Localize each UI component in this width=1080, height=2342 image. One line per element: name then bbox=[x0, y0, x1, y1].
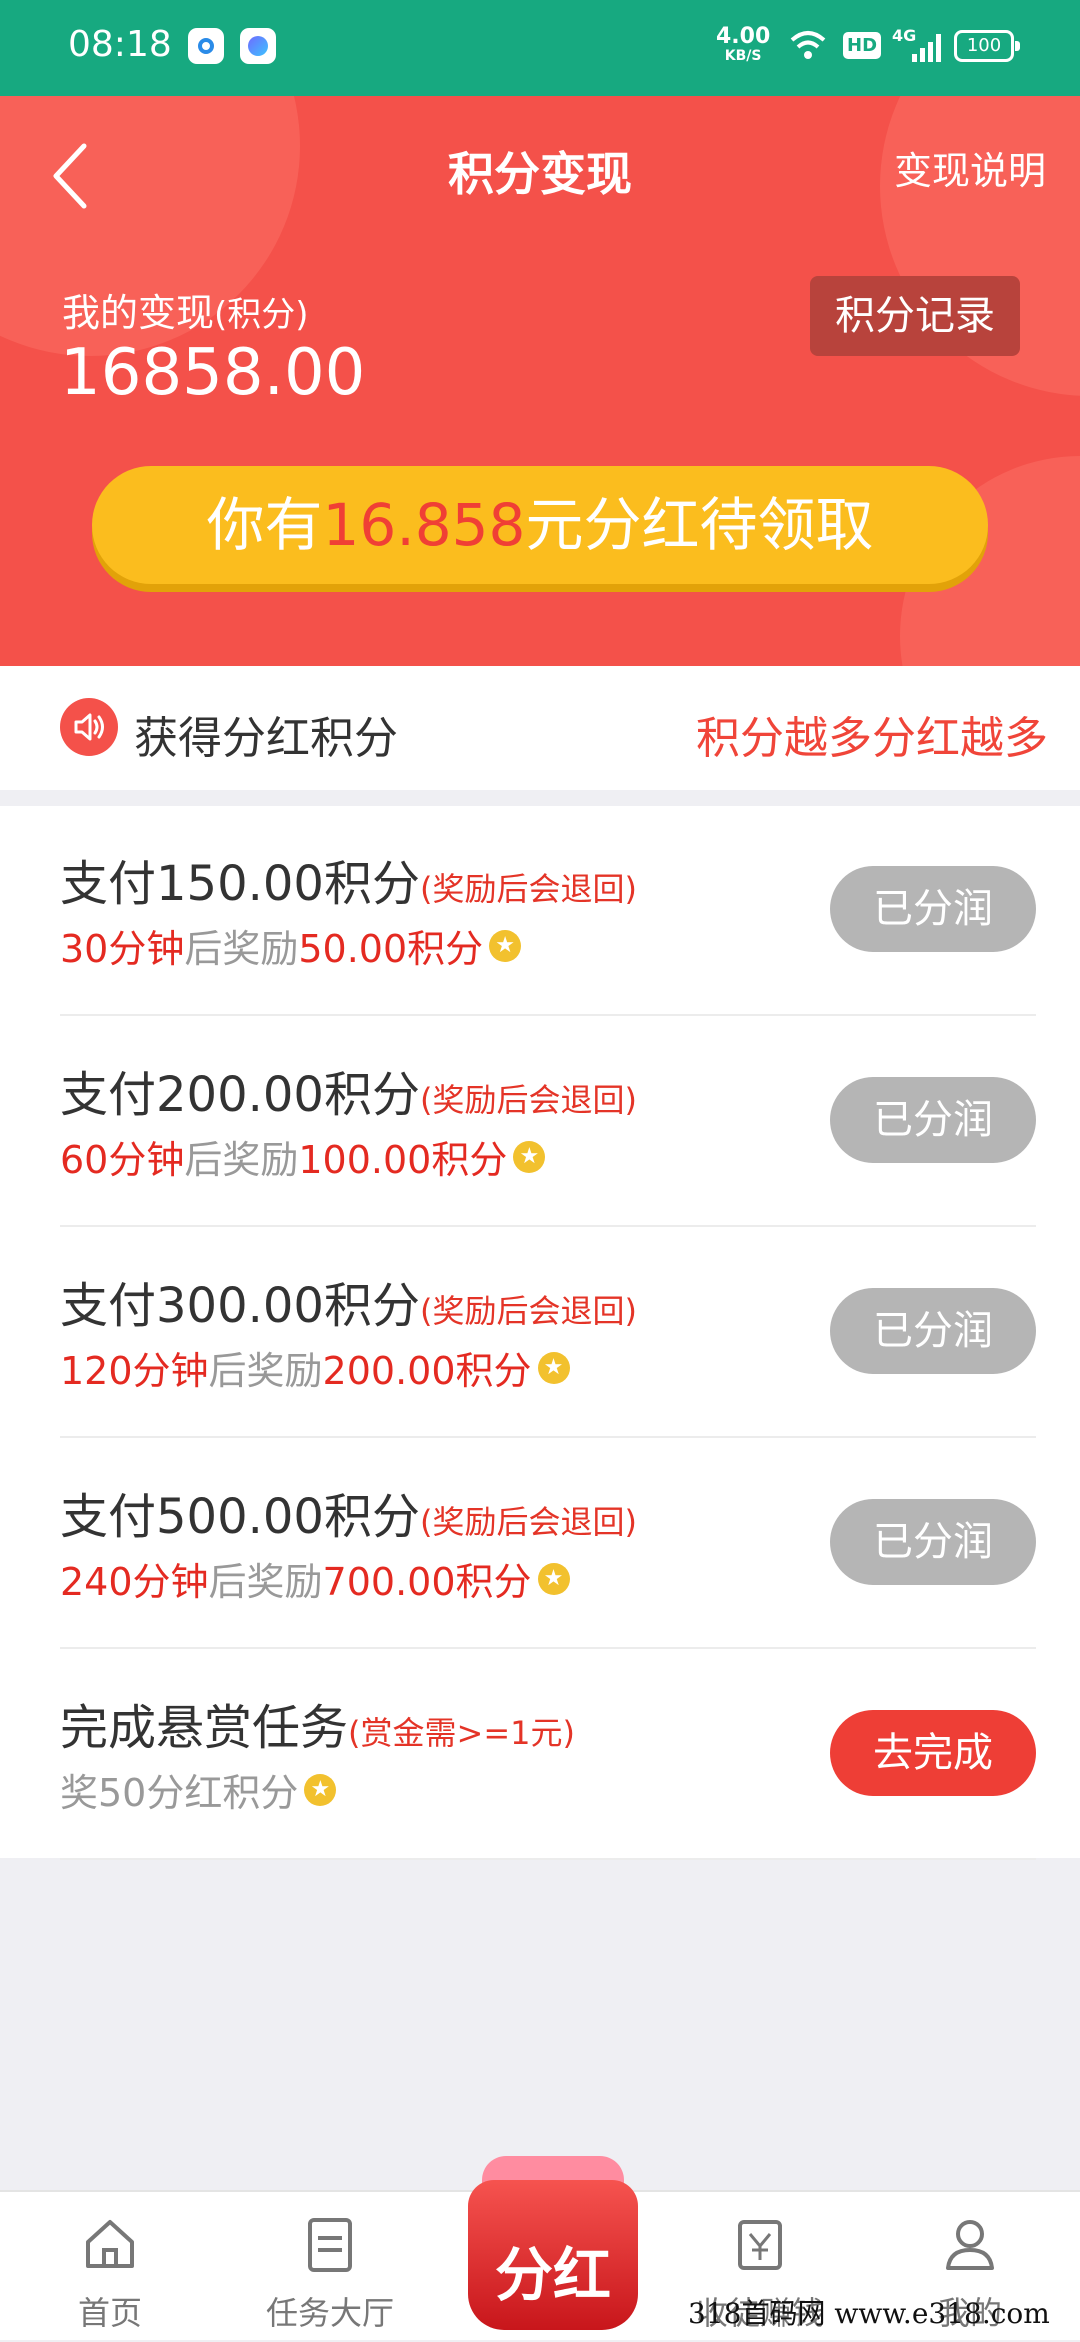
claim-bonus-button[interactable]: 你有16.858元分红待领取 bbox=[92, 466, 988, 584]
task-title: 支付200.00积分(奖励后会退回) bbox=[60, 1055, 637, 1125]
task-status-button[interactable]: 已分润 bbox=[830, 1288, 1036, 1374]
task-title: 支付150.00积分(奖励后会退回) bbox=[60, 844, 637, 914]
task-status-button[interactable]: 已分润 bbox=[830, 1077, 1036, 1163]
task-title-text: 支付200.00积分 bbox=[60, 1067, 420, 1123]
money-bag-icon bbox=[728, 2212, 792, 2276]
battery-icon: 100 bbox=[954, 30, 1020, 62]
my-redeem-label: 我的变现(积分) bbox=[62, 282, 309, 337]
bonus-prefix: 你有 bbox=[206, 491, 323, 559]
my-redeem-label-text: 我的变现 bbox=[62, 291, 215, 335]
task-list-icon bbox=[298, 2212, 362, 2276]
signal-icon bbox=[912, 34, 941, 62]
task-note: (赏金需>=1元) bbox=[348, 1714, 575, 1752]
list-item: 完成悬赏任务(赏金需>=1元) 奖50分红积分 ★ 去完成 bbox=[60, 1650, 1036, 1860]
task-mid: 后奖励 bbox=[208, 1560, 323, 1604]
task-title-text: 支付150.00积分 bbox=[60, 856, 420, 912]
task-title: 完成悬赏任务(赏金需>=1元) bbox=[60, 1688, 575, 1758]
tab-dividend-label: 分红 bbox=[494, 2241, 611, 2309]
task-note: (奖励后会退回) bbox=[419, 870, 637, 908]
task-time: 30分钟 bbox=[60, 927, 185, 971]
task-time: 120分钟 bbox=[60, 1349, 209, 1393]
task-status-button[interactable]: 已分润 bbox=[830, 1499, 1036, 1585]
network-speed: 4.00 KB/S bbox=[716, 24, 771, 65]
task-title-text: 支付500.00积分 bbox=[60, 1489, 420, 1545]
task-reward-amount: 200.00积分 bbox=[322, 1349, 532, 1393]
bonus-amount: 16.858 bbox=[322, 491, 526, 559]
tab-home[interactable]: 首页 bbox=[30, 2192, 190, 2342]
notice-label: 获得分红积分 bbox=[134, 713, 398, 764]
go-complete-button[interactable]: 去完成 bbox=[830, 1710, 1036, 1796]
star-coin-icon: ★ bbox=[304, 1773, 337, 1806]
watermark: 318首码网 www.e318.com bbox=[688, 2297, 1050, 2330]
task-mid: 后奖励 bbox=[208, 1349, 323, 1393]
task-reward-amount: 100.00积分 bbox=[298, 1138, 508, 1182]
task-mid: 后奖励 bbox=[184, 927, 299, 971]
task-reward: 60分钟后奖励100.00积分 ★ bbox=[60, 1129, 546, 1184]
task-reward: 30分钟后奖励50.00积分 ★ bbox=[60, 918, 522, 973]
task-reward: 120分钟后奖励200.00积分 ★ bbox=[60, 1340, 570, 1395]
task-status-button[interactable]: 已分润 bbox=[830, 866, 1036, 952]
bonus-suffix: 元分红待领取 bbox=[525, 491, 874, 559]
points-record-button[interactable]: 积分记录 bbox=[810, 276, 1020, 356]
tab-dividend[interactable]: 分红 bbox=[458, 2146, 648, 2340]
status-time: 08:18 bbox=[68, 24, 172, 65]
task-time: 240分钟 bbox=[60, 1560, 209, 1604]
home-icon bbox=[78, 2212, 142, 2276]
star-coin-icon: ★ bbox=[537, 1562, 570, 1595]
tab-home-label: 首页 bbox=[77, 2294, 142, 2332]
task-reward: 240分钟后奖励700.00积分 ★ bbox=[60, 1551, 570, 1606]
task-list: 支付150.00积分(奖励后会退回) 30分钟后奖励50.00积分 ★ 已分润 支… bbox=[0, 806, 1080, 1860]
task-time: 60分钟 bbox=[60, 1138, 185, 1182]
network-speed-value: 4.00 bbox=[716, 24, 771, 49]
notice-bar: 获得分红积分 积分越多分红越多 bbox=[0, 666, 1080, 790]
task-reward: 奖50分红积分 ★ bbox=[60, 1762, 337, 1817]
task-title: 支付500.00积分(奖励后会退回) bbox=[60, 1477, 637, 1547]
wifi-icon bbox=[788, 28, 828, 71]
tab-task-hall[interactable]: 任务大厅 bbox=[250, 2192, 410, 2342]
user-icon bbox=[938, 2212, 1002, 2276]
task-mid: 奖50分红积分 bbox=[60, 1771, 299, 1815]
star-coin-icon: ★ bbox=[489, 929, 522, 962]
list-item: 支付500.00积分(奖励后会退回) 240分钟后奖励700.00积分 ★ 已分润 bbox=[60, 1439, 1036, 1649]
task-title-text: 支付300.00积分 bbox=[60, 1278, 420, 1334]
task-title: 支付300.00积分(奖励后会退回) bbox=[60, 1266, 637, 1336]
task-note: (奖励后会退回) bbox=[419, 1081, 637, 1119]
speaker-icon bbox=[60, 698, 118, 756]
redeem-info-link[interactable]: 变现说明 bbox=[894, 140, 1046, 195]
task-reward-amount: 50.00积分 bbox=[298, 927, 484, 971]
tab-task-hall-label: 任务大厅 bbox=[265, 2294, 394, 2332]
task-note: (奖励后会退回) bbox=[419, 1292, 637, 1330]
notice-slogan: 积分越多分红越多 bbox=[696, 713, 1048, 764]
hero-header: 积分变现 变现说明 我的变现(积分) 16858.00 积分记录 你有16.85… bbox=[0, 96, 1080, 666]
task-reward-amount: 700.00积分 bbox=[322, 1560, 532, 1604]
my-redeem-value: 16858.00 bbox=[60, 336, 366, 410]
list-item: 支付200.00积分(奖励后会退回) 60分钟后奖励100.00积分 ★ 已分润 bbox=[60, 1017, 1036, 1227]
task-mid: 后奖励 bbox=[184, 1138, 299, 1182]
network-speed-unit: KB/S bbox=[724, 48, 762, 64]
app-notification-icon bbox=[240, 28, 276, 64]
status-bar: 08:18 4.00 KB/S HD 4G 100 bbox=[0, 0, 1080, 96]
app-notification-icon bbox=[188, 28, 224, 64]
list-item: 支付150.00积分(奖励后会退回) 30分钟后奖励50.00积分 ★ 已分润 bbox=[60, 806, 1036, 1016]
my-redeem-unit: (积分) bbox=[214, 295, 309, 335]
hd-badge: HD bbox=[843, 32, 882, 59]
task-note: (奖励后会退回) bbox=[419, 1503, 637, 1541]
star-coin-icon: ★ bbox=[537, 1351, 570, 1384]
list-item: 支付300.00积分(奖励后会退回) 120分钟后奖励200.00积分 ★ 已分润 bbox=[60, 1228, 1036, 1438]
task-title-text: 完成悬赏任务 bbox=[60, 1700, 349, 1756]
star-coin-icon: ★ bbox=[513, 1140, 546, 1173]
